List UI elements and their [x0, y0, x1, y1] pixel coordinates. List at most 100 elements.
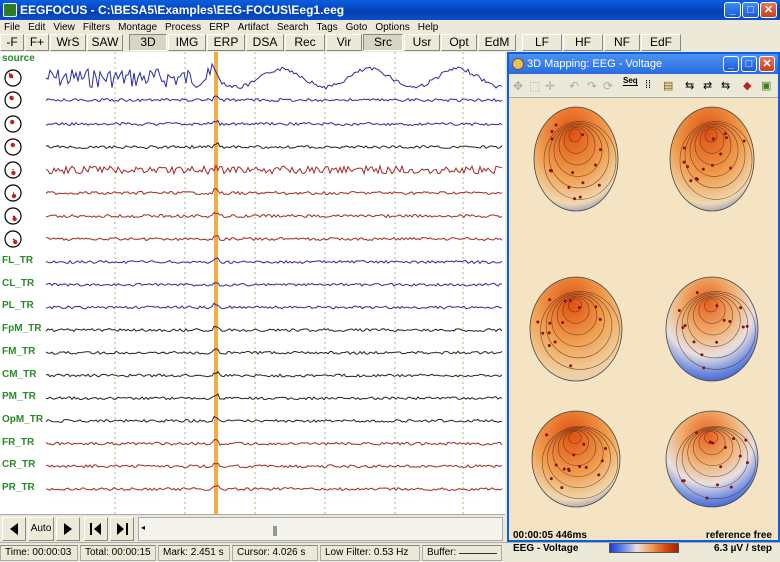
scroll-thumb[interactable]	[273, 526, 277, 536]
layout-2-icon[interactable]: ⇄	[703, 79, 712, 92]
sequence-button[interactable]: Seq	[623, 76, 638, 86]
channel-label[interactable]: FL_TR	[2, 255, 33, 266]
toolbar-button-wrs[interactable]: WrS	[50, 34, 86, 51]
electrode-dot	[550, 169, 554, 173]
channel-label[interactable]: PM_TR	[2, 391, 36, 402]
electrode-dot	[686, 165, 690, 169]
source-head-icon[interactable]	[4, 115, 22, 133]
toolbar-button-edm[interactable]: EdM	[478, 34, 516, 51]
maximize-button[interactable]: □	[742, 2, 759, 18]
source-head-icon[interactable]	[4, 207, 22, 225]
source-head-icon[interactable]	[4, 138, 22, 156]
grid-icon[interactable]: ⁞⁞	[645, 79, 651, 91]
toolbar-button-rec[interactable]: Rec	[285, 34, 325, 51]
zoom-box-icon[interactable]: ⬚	[529, 79, 540, 93]
prev-page-button[interactable]	[2, 517, 26, 541]
source-head-icon[interactable]	[4, 161, 22, 179]
toolbar-button-nf[interactable]: NF	[604, 34, 640, 51]
toolbar-button-f[interactable]: F+	[25, 34, 49, 51]
menu-edit[interactable]: Edit	[28, 22, 45, 33]
eeg-trace	[45, 302, 502, 310]
step-forward-button[interactable]	[110, 517, 134, 541]
menu-view[interactable]: View	[53, 22, 75, 33]
scroll-left-icon[interactable]: ◂	[141, 523, 145, 532]
mapping-close-button[interactable]: ✕	[759, 56, 775, 72]
minimize-button[interactable]: _	[724, 2, 741, 18]
toolbar-button-img[interactable]: IMG	[168, 34, 206, 51]
eeg-trace	[45, 95, 503, 103]
channel-label[interactable]: PR_TR	[2, 482, 35, 493]
menu-process[interactable]: Process	[165, 22, 201, 33]
electrode-dot	[695, 291, 699, 295]
menu-erp[interactable]: ERP	[209, 22, 230, 33]
menu-bar: File Edit View Filters Montage Process E…	[0, 20, 780, 34]
toolbar-button-vir[interactable]: Vir	[326, 34, 362, 51]
channel-label[interactable]: PL_TR	[2, 300, 34, 311]
toolbar-button-dsa[interactable]: DSA	[246, 34, 284, 51]
head-map[interactable]	[665, 410, 759, 508]
close-button[interactable]: ✕	[760, 2, 777, 18]
toolbar-button-saw[interactable]: SAW	[87, 34, 123, 51]
eeg-trace	[45, 484, 503, 492]
export-icon[interactable]: ▣	[761, 79, 771, 92]
toolbar-button-hf[interactable]: HF	[563, 34, 603, 51]
source-head-icon[interactable]	[4, 184, 22, 202]
channel-label[interactable]: CM_TR	[2, 369, 36, 380]
menu-artifact[interactable]: Artifact	[238, 22, 269, 33]
toolbar-button-src[interactable]: Src	[363, 34, 403, 51]
channel-label[interactable]: FR_TR	[2, 437, 34, 448]
eeg-trace	[45, 142, 503, 150]
head-map[interactable]	[529, 276, 623, 382]
toolbar-button-edf[interactable]: EdF	[641, 34, 681, 51]
channel-label[interactable]: FpM_TR	[2, 323, 41, 334]
head-map[interactable]	[531, 410, 621, 508]
toolbar-button-erp[interactable]: ERP	[207, 34, 245, 51]
rotate-right-icon[interactable]: ↷	[587, 79, 597, 93]
toolbar-button-usr[interactable]: Usr	[404, 34, 440, 51]
head-color-icon[interactable]: ◆	[743, 79, 751, 92]
menu-montage[interactable]: Montage	[118, 22, 157, 33]
menu-file[interactable]: File	[4, 22, 20, 33]
rotate-icon[interactable]: ⟳	[603, 79, 613, 93]
menu-filters[interactable]: Filters	[83, 22, 110, 33]
channel-label[interactable]: OpM_TR	[2, 414, 43, 425]
eeg-trace-panel[interactable]: source FL_TR CL_TR PL_TR FpM_TR FM_TR CM_TR PM…	[0, 52, 505, 514]
layout-1-icon[interactable]: ⇆	[685, 79, 694, 92]
auto-button[interactable]: Auto	[28, 517, 54, 541]
menu-goto[interactable]: Goto	[346, 22, 368, 33]
toolbar-button-3d[interactable]: 3D	[129, 34, 167, 51]
source-head-icon[interactable]	[4, 69, 22, 87]
next-page-button[interactable]	[56, 517, 80, 541]
channel-label[interactable]: FM_TR	[2, 346, 35, 357]
channel-label[interactable]: CR_TR	[2, 459, 35, 470]
electrode-dot	[732, 437, 736, 441]
head-map[interactable]	[665, 276, 759, 382]
menu-help[interactable]: Help	[418, 22, 439, 33]
menu-search[interactable]: Search	[277, 22, 309, 33]
source-head-icon[interactable]	[4, 230, 22, 248]
head-map[interactable]	[669, 106, 755, 212]
mapping-maximize-button[interactable]: □	[741, 56, 757, 72]
toolbar-button-f[interactable]: -F	[0, 34, 24, 51]
electrode-dot	[597, 473, 601, 477]
color-scale-icon[interactable]: ▤	[663, 79, 673, 92]
mapping-minimize-button[interactable]: _	[723, 56, 739, 72]
head-map[interactable]	[533, 106, 619, 212]
rotate-left-icon[interactable]: ↶	[569, 79, 579, 93]
electrode-dot	[711, 137, 715, 141]
step-back-button[interactable]	[84, 517, 108, 541]
toolbar-button-lf[interactable]: LF	[522, 34, 562, 51]
layout-3-icon[interactable]: ⇆	[721, 79, 730, 92]
channel-label[interactable]: CL_TR	[2, 278, 34, 289]
menu-tags[interactable]: Tags	[317, 22, 338, 33]
electrode-dot	[569, 364, 573, 368]
head-maps[interactable]	[509, 99, 778, 523]
electrode-dot	[536, 320, 540, 324]
time-scrollbar[interactable]: ◂	[138, 517, 503, 541]
pan-icon[interactable]: ✛	[545, 79, 555, 93]
move-icon[interactable]: ✥	[513, 79, 523, 93]
electrode-dot	[695, 177, 699, 181]
source-head-icon[interactable]	[4, 91, 22, 109]
menu-options[interactable]: Options	[375, 22, 409, 33]
toolbar-button-opt[interactable]: Opt	[441, 34, 477, 51]
